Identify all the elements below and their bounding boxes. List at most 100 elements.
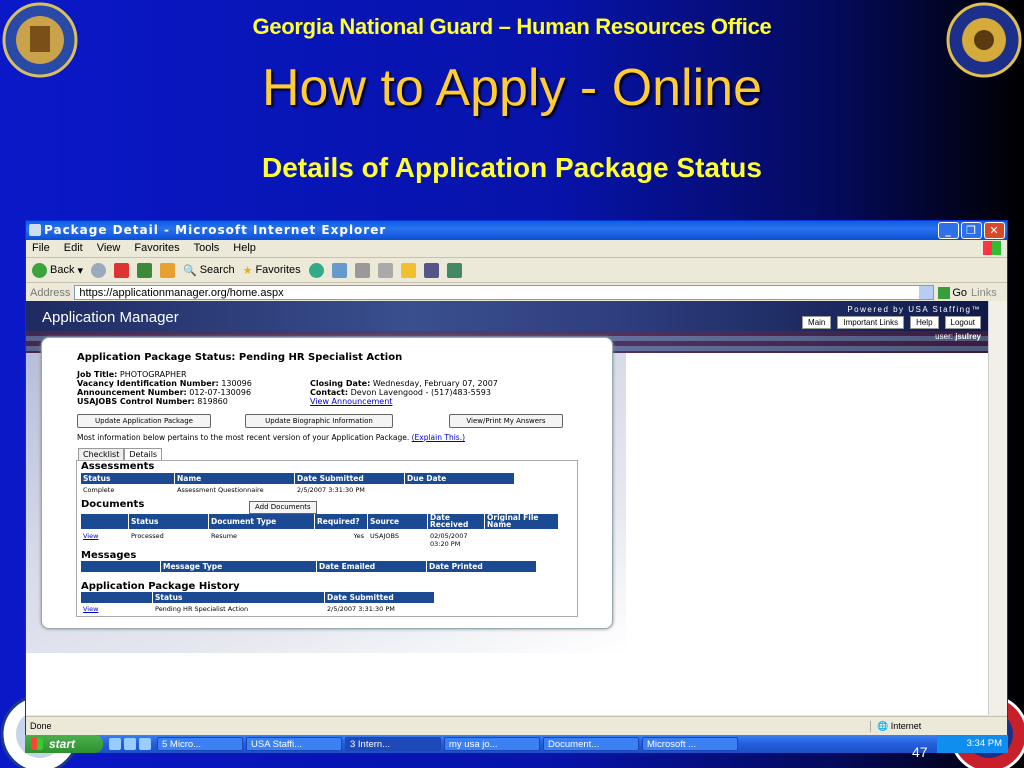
desktop-icon[interactable] <box>139 738 151 750</box>
col-date-submitted: Date Submitted <box>325 592 435 603</box>
app-name: Application Manager <box>42 309 179 326</box>
chevron-down-icon[interactable]: ▾ <box>77 264 83 277</box>
user-line: user: jsulrey <box>935 332 981 341</box>
folder-icon[interactable] <box>400 262 416 278</box>
army-guard-seal-icon <box>946 2 1022 78</box>
col-date-submitted: Date Submitted <box>295 473 405 484</box>
windows-logo-icon <box>31 738 43 750</box>
home-icon[interactable] <box>160 262 175 278</box>
history-icon[interactable] <box>308 262 324 278</box>
tab-details[interactable]: Details <box>124 448 163 460</box>
address-input[interactable]: https://applicationmanager.org/home.aspx <box>74 285 935 300</box>
favorites-button[interactable]: ★ Favorites <box>243 264 301 277</box>
cell: Complete <box>83 486 115 494</box>
view-print-answers-button[interactable]: View/Print My Answers <box>449 414 563 428</box>
menu-file[interactable]: File <box>32 240 50 257</box>
back-button[interactable]: Back ▾ <box>32 262 83 278</box>
user-name: jsulrey <box>955 332 981 341</box>
job-title-value: PHOTOGRAPHER <box>119 370 187 379</box>
vertical-scrollbar[interactable] <box>988 301 1007 715</box>
ie-icon <box>29 224 41 236</box>
back-label: Back <box>50 264 75 276</box>
table-row: View Processed Resume Yes USAJOBS 02/05/… <box>81 532 485 548</box>
restore-button[interactable]: ❐ <box>961 222 982 239</box>
col-blank <box>81 561 161 572</box>
stop-icon[interactable] <box>114 262 129 278</box>
ie-icon[interactable] <box>109 738 121 750</box>
package-title: Application Package Status: Pending HR S… <box>77 352 403 363</box>
col-date-emailed: Date Emailed <box>317 561 427 572</box>
task-powerpoint[interactable]: 5 Micro... <box>157 737 243 751</box>
control-value: 819860 <box>197 397 228 406</box>
details-tab-body: Assessments Status Name Date Submitted D… <box>76 460 578 617</box>
messages-heading: Messages <box>81 550 137 561</box>
task-document[interactable]: Document... <box>543 737 639 751</box>
logout-button[interactable]: Logout <box>944 316 981 329</box>
col-due-date: Due Date <box>405 473 515 484</box>
closing-value: Wednesday, February 07, 2007 <box>372 379 498 388</box>
col-date-received: Date Received <box>428 514 485 529</box>
menu-view[interactable]: View <box>97 240 121 257</box>
slide-header: Georgia National Guard – Human Resources… <box>0 0 1024 215</box>
window-titlebar[interactable]: Package Detail - Microsoft Internet Expl… <box>26 221 1007 240</box>
cell: USAJOBS <box>370 532 399 540</box>
view-link[interactable]: View <box>83 532 98 540</box>
col-message-type: Message Type <box>161 561 317 572</box>
links-button[interactable]: Links <box>971 287 997 299</box>
close-button[interactable]: ✕ <box>984 222 1005 239</box>
search-button[interactable]: 🔍 Search <box>183 264 235 277</box>
menu-tools[interactable]: Tools <box>194 240 220 257</box>
menu-help[interactable]: Help <box>233 240 256 257</box>
edit-icon[interactable] <box>377 262 393 278</box>
outlook-icon[interactable] <box>124 738 136 750</box>
vacancy-value: 130096 <box>221 379 252 388</box>
forward-arrow-icon[interactable] <box>91 262 106 278</box>
minimize-button[interactable]: _ <box>938 222 959 239</box>
view-link[interactable]: View <box>83 605 98 613</box>
help-button[interactable]: Help <box>910 316 939 329</box>
start-button[interactable]: start <box>25 735 103 753</box>
menu-edit[interactable]: Edit <box>64 240 83 257</box>
job-title-label: Job Title: <box>77 370 118 379</box>
search-icon: 🔍 <box>183 264 197 277</box>
address-bar: Address https://applicationmanager.org/h… <box>26 283 1007 303</box>
taskbar: start 5 Micro... USA Staffi... 3 Intern.… <box>25 735 1008 753</box>
add-documents-button[interactable]: Add Documents <box>249 501 317 514</box>
cell: 2/5/2007 3:31:30 PM <box>327 605 395 613</box>
mail-icon[interactable] <box>331 262 347 278</box>
main-button[interactable]: Main <box>802 316 832 329</box>
explain-link[interactable]: (Explain This.) <box>412 433 465 442</box>
windows-flag-icon <box>983 241 1001 255</box>
documents-header: Status Document Type Required? Source Da… <box>81 514 559 529</box>
tab-checklist[interactable]: Checklist <box>78 448 125 460</box>
view-announcement-link[interactable]: View Announcement <box>310 397 392 406</box>
messenger-icon[interactable] <box>446 262 462 278</box>
go-arrow-icon <box>938 286 951 299</box>
address-dropdown-icon[interactable] <box>919 286 934 299</box>
task-internet-explorer[interactable]: 3 Intern... <box>345 737 441 751</box>
history-header: Status Date Submitted <box>81 592 435 603</box>
task-my-usa-jobs[interactable]: my usa jo... <box>444 737 540 751</box>
research-icon[interactable] <box>423 262 439 278</box>
zone-text: Internet <box>890 720 922 731</box>
go-label: Go <box>952 286 968 299</box>
search-label: Search <box>199 264 235 276</box>
system-tray-clock[interactable]: 3:34 PM <box>936 735 1008 753</box>
announcement-label: Announcement Number: <box>77 388 187 397</box>
task-microsoft[interactable]: Microsoft ... <box>642 737 738 751</box>
update-package-button[interactable]: Update Application Package <box>77 414 211 428</box>
col-source: Source <box>368 514 428 529</box>
sub-title: Details of Application Package Status <box>262 152 762 183</box>
menu-favorites[interactable]: Favorites <box>134 240 179 257</box>
important-links-button[interactable]: Important Links <box>837 316 905 329</box>
go-button[interactable]: Go <box>938 286 968 299</box>
print-icon[interactable] <box>354 262 370 278</box>
update-bio-button[interactable]: Update Biographic Information <box>245 414 393 428</box>
address-label: Address <box>30 286 71 299</box>
vacancy-label: Vacancy Identification Number: <box>77 379 219 388</box>
task-usa-staffing[interactable]: USA Staffi... <box>246 737 342 751</box>
back-arrow-icon <box>32 262 47 278</box>
refresh-icon[interactable] <box>137 262 152 278</box>
main-title: How to Apply - Online <box>261 59 763 117</box>
start-label: start <box>49 737 76 751</box>
